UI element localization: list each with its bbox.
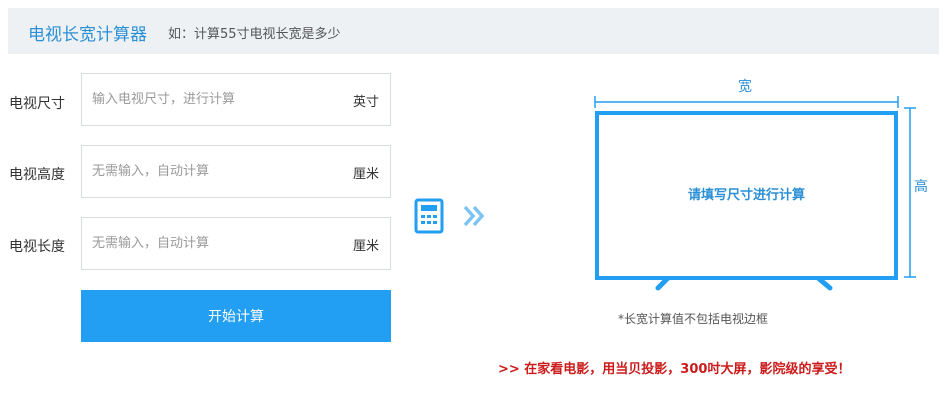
tv-length-input[interactable] bbox=[92, 218, 332, 269]
tv-size-unit: 英寸 bbox=[352, 95, 379, 110]
tv-length-field: 厘米 bbox=[81, 217, 391, 270]
tv-height-input[interactable] bbox=[92, 146, 332, 197]
calculator-icon bbox=[414, 198, 444, 234]
tv-height-field: 厘米 bbox=[81, 145, 391, 198]
tv-dimension-note: *长宽计算值不包括电视边框 bbox=[618, 312, 769, 326]
double-chevron-right-icon bbox=[463, 205, 485, 227]
tv-screen-message: 请填写尺寸进行计算 bbox=[687, 188, 805, 203]
tv-size-input[interactable] bbox=[92, 74, 332, 125]
promo-link[interactable]: >> 在家看电影，用当贝投影，300吋大屏，影院级的享受！ bbox=[498, 358, 850, 377]
calculator-header: 电视长宽计算器 如：计算55寸电视长宽是多少 bbox=[8, 8, 939, 54]
tv-height-unit: 厘米 bbox=[352, 167, 379, 182]
page-title: 电视长宽计算器 bbox=[28, 25, 147, 45]
example-hint: 如：计算55寸电视长宽是多少 bbox=[168, 27, 341, 42]
tv-screen: 请填写尺寸进行计算 bbox=[595, 111, 898, 280]
tv-length-label: 电视长度 bbox=[9, 239, 65, 255]
tv-stand-icon bbox=[655, 276, 833, 291]
start-calculate-button[interactable]: 开始计算 bbox=[81, 290, 391, 342]
tv-height-dim-label: 高 bbox=[914, 179, 928, 195]
tv-size-label: 电视尺寸 bbox=[9, 96, 65, 112]
tv-size-field: 英寸 bbox=[81, 73, 391, 126]
tv-height-label: 电视高度 bbox=[9, 167, 65, 183]
tv-width-label: 宽 bbox=[738, 79, 752, 95]
tv-length-unit: 厘米 bbox=[352, 239, 379, 254]
